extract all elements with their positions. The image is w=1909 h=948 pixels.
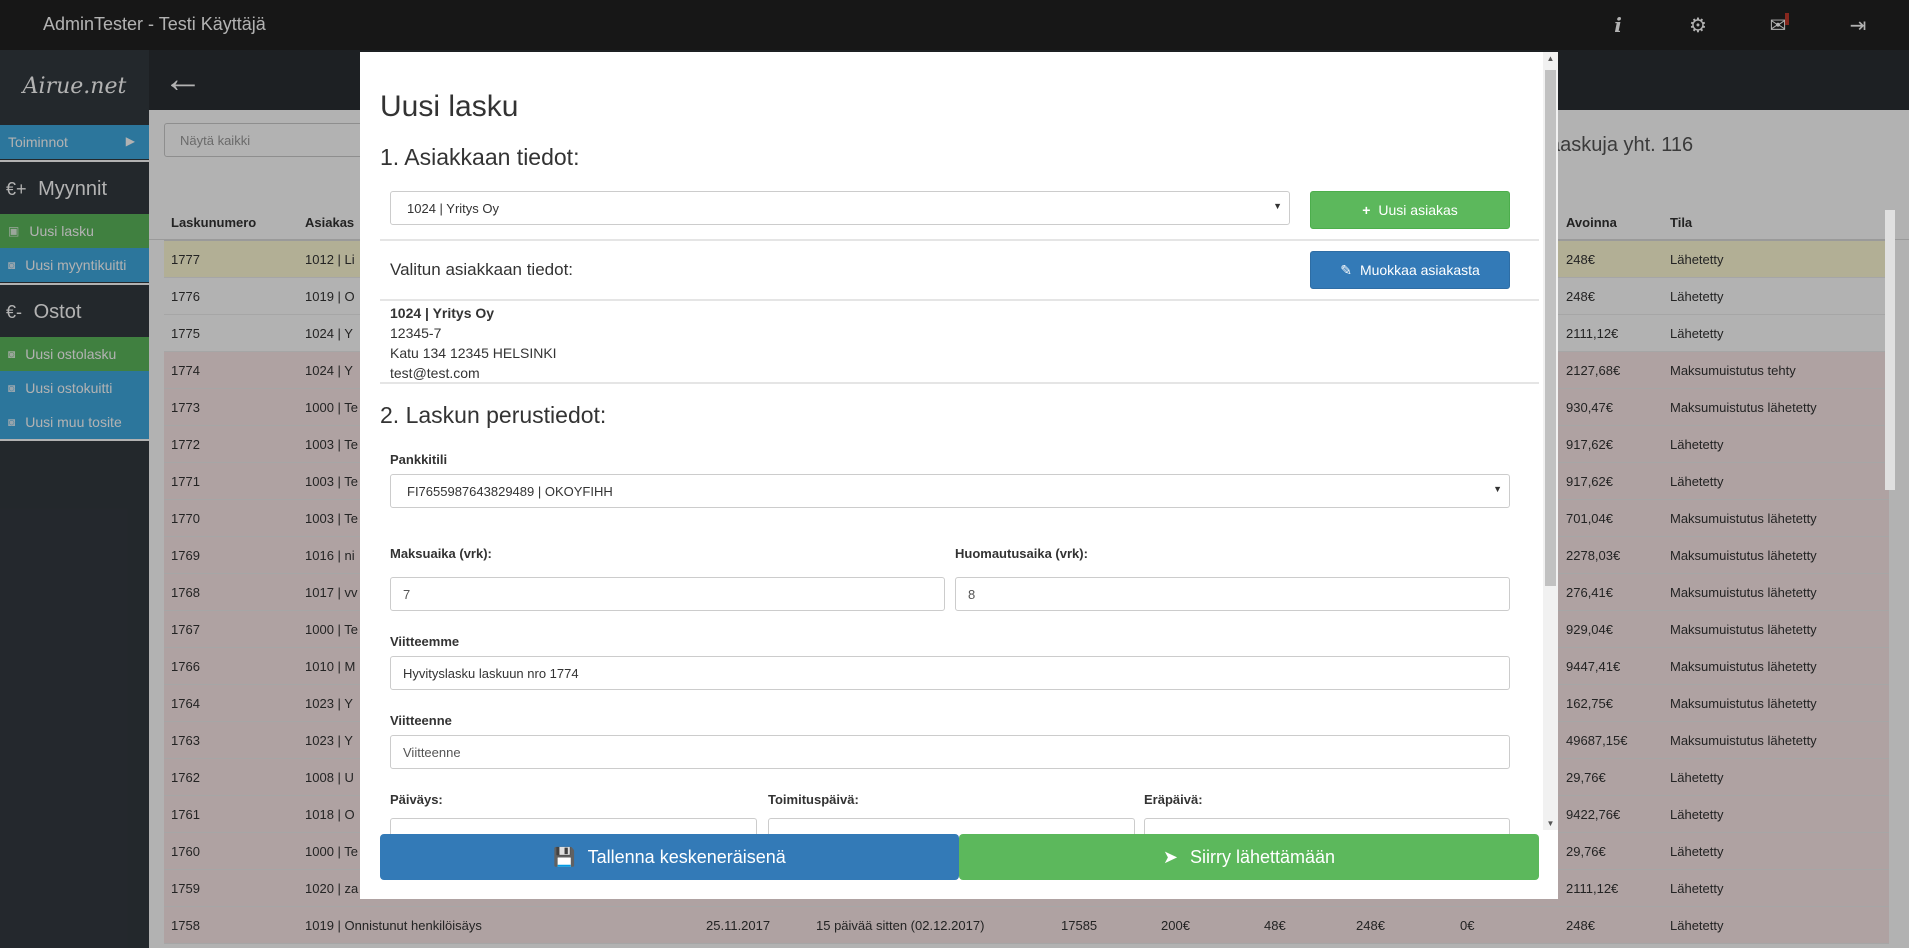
our-reference-label: Viitteemme (390, 634, 460, 649)
section-invoice-heading: 2. Laskun perustiedot: (380, 402, 607, 428)
dropdown-caret-icon: ▼ (1273, 201, 1282, 211)
dropdown-caret-icon: ▼ (1493, 484, 1502, 494)
our-reference-input[interactable]: Hyvityslasku laskuun nro 1774 (390, 656, 1510, 690)
payment-time-label: Maksuaika (vrk): (390, 546, 492, 561)
divider (380, 299, 1539, 301)
bank-account-value: FI7655987643829489 | OKOYFIHH (407, 484, 613, 499)
scrollbar-thumb[interactable] (1545, 70, 1556, 586)
divider (380, 239, 1539, 241)
new-customer-label: Uusi asiakas (1378, 202, 1458, 218)
customer-select-value: 1024 | Yritys Oy (407, 201, 500, 216)
new-invoice-modal: ▲ ▼ Uusi lasku 1. Asiakkaan tiedot: 1024… (360, 52, 1558, 899)
payment-time-input[interactable]: 7 (390, 577, 945, 611)
new-customer-button[interactable]: + Uusi asiakas (1310, 191, 1510, 229)
notice-time-input[interactable]: 8 (955, 577, 1510, 611)
bank-account-select[interactable]: FI7655987643829489 | OKOYFIHH ▼ (390, 474, 1510, 508)
customer-email: test@test.com (390, 365, 480, 381)
send-label: Siirry lähettämään (1190, 846, 1336, 867)
divider (380, 382, 1539, 384)
customer-business-id: 12345-7 (390, 325, 442, 341)
selected-customer-label: Valitun asiakkaan tiedot: (390, 260, 574, 279)
delivery-date-label: Toimituspäivä: (768, 792, 859, 807)
customer-select[interactable]: 1024 | Yritys Oy ▼ (390, 191, 1290, 225)
save-draft-button[interactable]: 💾 Tallenna keskeneräisenä (380, 834, 959, 880)
page-scrollbar[interactable] (1885, 210, 1895, 490)
customer-address: Katu 134 12345 HELSINKI (390, 345, 557, 361)
bank-account-label: Pankkitili (390, 452, 448, 467)
paper-plane-icon: ➤ (1162, 846, 1178, 867)
due-date-label: Eräpäivä: (1144, 792, 1203, 807)
modal-scrollbar[interactable]: ▲ ▼ (1543, 52, 1558, 830)
customer-name: 1024 | Yritys Oy (390, 305, 495, 321)
save-draft-label: Tallenna keskeneräisenä (587, 846, 786, 867)
modal-title: Uusi lasku (380, 90, 519, 123)
edit-icon: ✎ (1340, 261, 1352, 278)
send-button[interactable]: ➤ Siirry lähettämään (959, 834, 1539, 880)
date-label: Päiväys: (390, 792, 443, 807)
scroll-up-icon[interactable]: ▲ (1543, 54, 1558, 63)
customer-info: 1024 | Yritys Oy 12345-7 Katu 134 12345 … (390, 303, 557, 383)
scroll-down-icon[interactable]: ▼ (1543, 819, 1558, 828)
notice-time-label: Huomautusaika (vrk): (955, 546, 1088, 561)
save-icon: 💾 (553, 846, 576, 867)
section-customer-heading: 1. Asiakkaan tiedot: (380, 144, 580, 170)
edit-customer-label: Muokkaa asiakasta (1359, 262, 1480, 278)
your-reference-input[interactable]: Viitteenne (390, 735, 1510, 769)
plus-icon: + (1362, 202, 1371, 218)
your-reference-label: Viitteenne (390, 713, 452, 728)
edit-customer-button[interactable]: ✎ Muokkaa asiakasta (1310, 251, 1510, 289)
